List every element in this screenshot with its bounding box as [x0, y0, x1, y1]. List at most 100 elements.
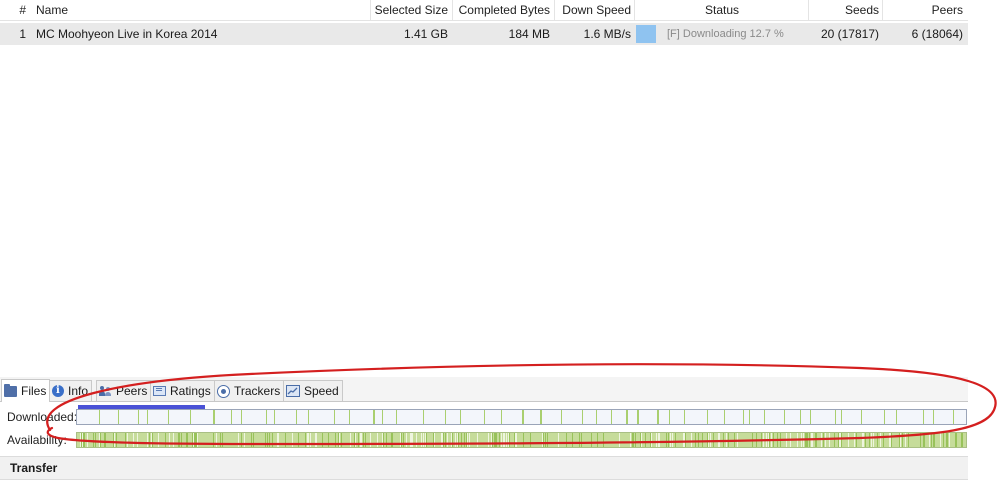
availability-piece [447, 433, 448, 447]
column-separator[interactable] [634, 0, 635, 20]
availability-piece [488, 433, 489, 447]
availability-piece [766, 433, 767, 447]
col-header-seeds[interactable]: Seeds [806, 0, 879, 20]
availability-piece [310, 433, 311, 447]
downloaded-piece [933, 410, 934, 424]
availability-piece [400, 433, 401, 447]
downloaded-piece [884, 410, 885, 424]
col-header-num[interactable]: # [10, 0, 26, 20]
availability-piece [871, 433, 872, 447]
availability-piece [838, 433, 839, 447]
tab-speed[interactable]: Speed [283, 380, 343, 401]
tab-peers[interactable]: Peers [96, 380, 152, 401]
availability-piece [737, 433, 738, 447]
availability-piece [251, 433, 252, 447]
downloaded-piece [835, 410, 836, 424]
availability-piece [812, 433, 813, 447]
availability-piece [708, 433, 709, 447]
availability-piece [508, 433, 509, 447]
availability-piece [492, 433, 493, 447]
tab-info[interactable]: Info [49, 380, 93, 401]
availability-piece [305, 433, 306, 447]
availability-piece [670, 433, 671, 447]
downloaded-piece [810, 410, 811, 424]
availability-piece [566, 433, 567, 447]
availability-piece [756, 433, 757, 447]
tab-label: Peers [116, 384, 148, 398]
availability-piece [81, 433, 82, 447]
availability-piece [829, 433, 830, 447]
col-header-status[interactable]: Status [636, 0, 808, 20]
availability-piece [807, 433, 808, 447]
downloaded-piece [274, 410, 275, 424]
availability-piece [558, 433, 559, 447]
availability-piece [496, 433, 497, 447]
availability-piece [392, 433, 393, 447]
availability-piece [335, 433, 336, 447]
availability-piece [178, 433, 179, 447]
availability-piece [457, 433, 458, 447]
col-header-name[interactable]: Name [36, 0, 366, 20]
availability-piece [514, 433, 515, 447]
availability-piece [197, 433, 198, 447]
availability-piece [499, 433, 500, 447]
availability-piece [179, 433, 180, 447]
column-separator[interactable] [452, 0, 453, 20]
availability-piece [650, 433, 651, 447]
column-separator[interactable] [554, 0, 555, 20]
col-header-completed-bytes[interactable]: Completed Bytes [455, 0, 550, 20]
availability-piece [790, 433, 791, 447]
downloaded-piece [861, 410, 862, 424]
availability-piece [370, 433, 371, 447]
tab-trackers[interactable]: Trackers [214, 380, 285, 401]
transfer-section-header[interactable]: Transfer [0, 456, 968, 480]
availability-piece [591, 433, 592, 447]
availability-piece [728, 433, 729, 447]
status-text: [F] Downloading 12.7 % [667, 28, 784, 40]
availability-piece [83, 433, 84, 447]
availability-piece [151, 433, 152, 447]
availability-piece [632, 433, 633, 447]
col-header-peers[interactable]: Peers [880, 0, 963, 20]
downloaded-piece [241, 410, 242, 424]
availability-piece [672, 433, 673, 447]
availability-piece [841, 433, 842, 447]
downloaded-piece [118, 410, 119, 424]
availability-pieces-bar [76, 432, 967, 448]
availability-piece [902, 433, 903, 447]
tab-label: Trackers [234, 384, 281, 398]
tab-files[interactable]: Files [1, 379, 51, 402]
downloaded-piece [168, 410, 169, 424]
downloaded-piece [923, 410, 924, 424]
availability-piece [113, 433, 114, 447]
column-separator[interactable] [370, 0, 371, 20]
availability-piece [277, 433, 278, 447]
downloaded-piece [501, 410, 502, 424]
downloaded-piece [138, 410, 139, 424]
transfer-title: Transfer [10, 461, 58, 475]
availability-piece [630, 433, 631, 447]
col-header-down-speed[interactable]: Down Speed [556, 0, 631, 20]
downloaded-label: Downloaded: [7, 410, 78, 424]
availability-piece [734, 433, 735, 447]
availability-piece [856, 433, 857, 447]
table-row[interactable]: 1 MC Moohyeon Live in Korea 2014 1.41 GB… [0, 23, 968, 45]
completed-bytes: 184 MB [508, 27, 550, 41]
downloaded-piece [657, 410, 659, 424]
availability-piece [412, 433, 413, 447]
availability-piece [504, 433, 505, 447]
availability-piece [339, 433, 340, 447]
downloaded-piece [582, 410, 583, 424]
availability-piece [416, 433, 417, 447]
availability-piece [645, 433, 646, 447]
tab-ratings[interactable]: Ratings [150, 380, 215, 401]
availability-piece [726, 433, 727, 447]
availability-piece [890, 433, 891, 447]
availability-piece [406, 433, 407, 447]
col-header-selected-size[interactable]: Selected Size [372, 0, 448, 20]
availability-piece [658, 433, 659, 447]
availability-piece [354, 433, 355, 447]
tab-label: Speed [304, 384, 339, 398]
downloaded-piece [540, 410, 542, 424]
availability-piece [900, 433, 901, 447]
